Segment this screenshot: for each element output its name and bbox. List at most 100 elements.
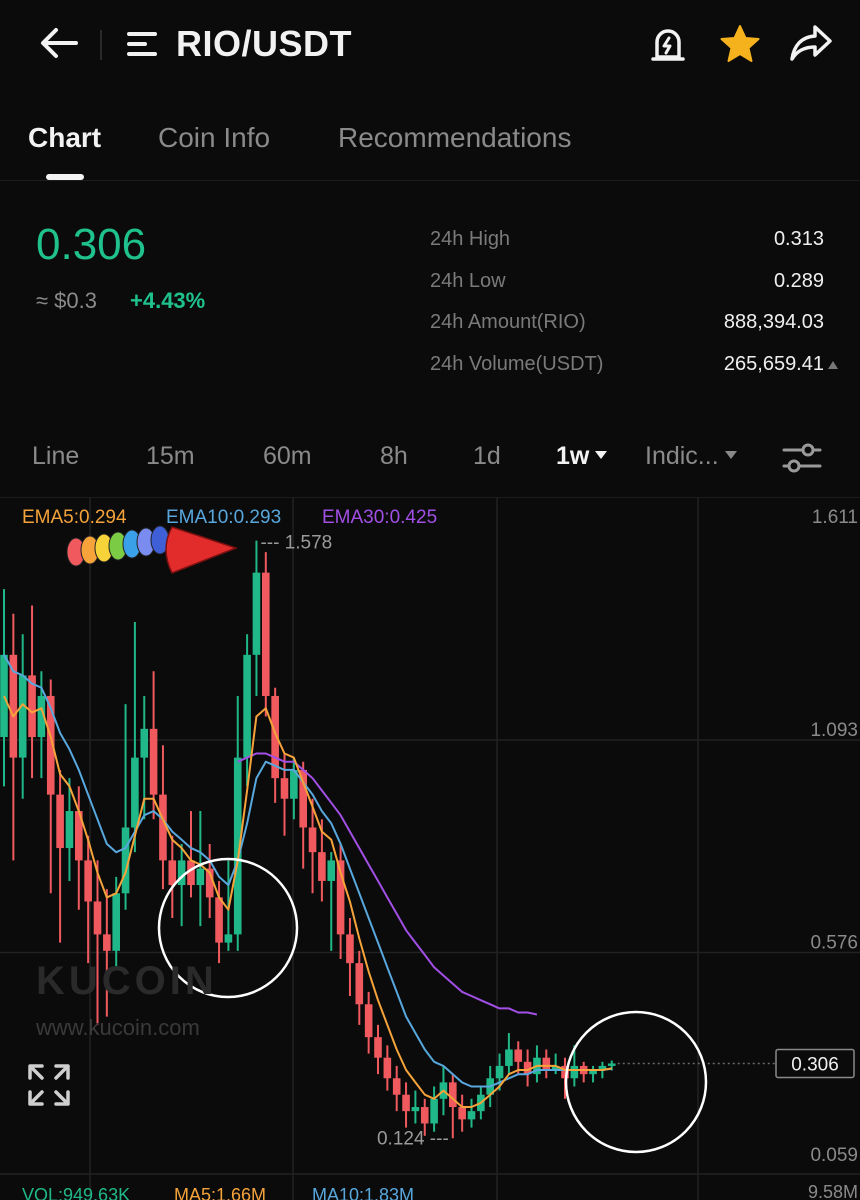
last-price-tag: 0.306 bbox=[791, 1054, 839, 1075]
candle-body bbox=[308, 827, 317, 853]
kucoin-watermark-url: www.kucoin.com bbox=[36, 1015, 200, 1040]
candle-body bbox=[252, 572, 261, 655]
ema5-legend: EMA5:0.294 bbox=[22, 507, 127, 528]
candle-body bbox=[84, 860, 92, 902]
share-button[interactable] bbox=[782, 18, 840, 68]
candle-body bbox=[607, 1063, 616, 1066]
candle-body bbox=[0, 654, 8, 738]
interval-15m[interactable]: 15m bbox=[146, 442, 195, 471]
kucoin-watermark: KUCOIN bbox=[36, 959, 218, 1003]
stat-24h-amount: 24h Amount(RIO) 888,394.03 bbox=[430, 311, 830, 353]
stat-24h-high: 24h High 0.313 bbox=[430, 228, 830, 270]
chart-canvas: 1.611 1.093 0.576 0.059 9.58M --- 1.578 0.124 … bbox=[0, 497, 860, 1200]
interval-bar: Line 15m 60m 8h 1d 1w Indic... bbox=[0, 430, 860, 486]
candle-body bbox=[149, 728, 158, 795]
candle-body bbox=[392, 1078, 401, 1095]
candle-body bbox=[411, 1107, 420, 1112]
volume-axis-label: 9.58M bbox=[808, 1182, 858, 1200]
red-arrowhead-icon bbox=[165, 526, 239, 574]
price-alert-button[interactable] bbox=[640, 20, 696, 68]
low-price-marker: 0.124 --- bbox=[377, 1128, 449, 1149]
page-tabs: Chart Coin Info Recommendations bbox=[0, 110, 860, 180]
back-button[interactable] bbox=[30, 20, 86, 66]
interval-1w[interactable]: 1w bbox=[556, 442, 608, 471]
candle-body bbox=[346, 934, 354, 964]
favorite-button[interactable] bbox=[712, 20, 768, 68]
candle-body bbox=[402, 1094, 410, 1112]
ticker-stats: 24h High 0.313 24h Low 0.289 24h Amount(… bbox=[430, 228, 838, 395]
volume-legend: VOL:949.63K bbox=[22, 1185, 131, 1200]
y-axis-tick-label: 0.059 bbox=[810, 1145, 858, 1166]
candle-body bbox=[449, 1082, 457, 1108]
stat-label: 24h Low bbox=[430, 269, 506, 292]
candle-body bbox=[177, 860, 186, 886]
candle-body bbox=[224, 934, 233, 943]
pair-title[interactable]: RIO/USDT bbox=[176, 22, 352, 66]
candlestick-chart[interactable]: 1.611 1.093 0.576 0.059 9.58M --- 1.578 0.124 … bbox=[0, 497, 860, 1200]
caret-up-icon bbox=[828, 360, 838, 369]
candle-body bbox=[327, 860, 336, 881]
candle-body bbox=[570, 1065, 579, 1079]
pair-menu-button[interactable] bbox=[120, 22, 164, 66]
candle-body bbox=[430, 1098, 438, 1124]
y-axis-tick-label: 0.576 bbox=[810, 932, 858, 953]
ema30-legend: EMA30:0.425 bbox=[322, 507, 438, 528]
high-price-marker: --- 1.578 bbox=[260, 533, 332, 554]
stat-24h-low: 24h Low 0.289 bbox=[430, 270, 830, 312]
stat-label: 24h Volume(USDT) bbox=[430, 352, 604, 375]
chevron-down-icon bbox=[595, 451, 608, 460]
volume-ma10-legend: MA10:1.83M bbox=[312, 1185, 415, 1200]
fullscreen-button[interactable] bbox=[26, 1062, 72, 1108]
share-arrow-icon bbox=[790, 25, 832, 61]
candle-body bbox=[65, 811, 74, 849]
candle-body bbox=[243, 654, 251, 758]
star-icon bbox=[720, 25, 760, 62]
alarm-bell-icon bbox=[651, 29, 685, 61]
interval-1w-label: 1w bbox=[556, 442, 590, 470]
stat-label: 24h High bbox=[430, 228, 511, 250]
ema10-legend: EMA10:0.293 bbox=[166, 507, 282, 528]
candle-body bbox=[56, 794, 64, 849]
candle-body bbox=[140, 728, 149, 758]
candle-body bbox=[364, 1004, 373, 1038]
header-divider bbox=[100, 30, 102, 60]
candle-body bbox=[355, 963, 364, 1005]
candle-body bbox=[374, 1037, 382, 1058]
tab-coin-info[interactable]: Coin Info bbox=[158, 122, 270, 154]
interval-1d[interactable]: 1d bbox=[473, 442, 501, 471]
tab-chart[interactable]: Chart bbox=[28, 122, 101, 154]
candle-body bbox=[505, 1049, 513, 1066]
stat-value: 0.289 bbox=[773, 269, 824, 292]
interval-8h[interactable]: 8h bbox=[380, 442, 408, 471]
indicators-menu[interactable]: Indic... bbox=[645, 442, 737, 471]
menu-icon bbox=[127, 32, 157, 56]
stat-label: 24h Amount(RIO) bbox=[430, 311, 586, 333]
candle-body bbox=[112, 893, 120, 951]
annotation-circle bbox=[564, 1010, 708, 1154]
expand-icon bbox=[28, 1064, 70, 1106]
candle-body bbox=[495, 1065, 504, 1079]
volume-ma5-legend: MA5:1.66M bbox=[174, 1185, 267, 1200]
chart-settings-button[interactable] bbox=[778, 436, 826, 480]
y-axis-tick-label: 1.093 bbox=[810, 720, 858, 741]
tabs-divider bbox=[0, 180, 860, 181]
y-axis-tick-label: 1.611 bbox=[812, 507, 858, 528]
tab-recommendations[interactable]: Recommendations bbox=[338, 122, 571, 154]
candle-body bbox=[103, 934, 111, 951]
stat-value: 888,394.03 bbox=[723, 311, 824, 333]
stat-value: 0.313 bbox=[773, 228, 824, 250]
interval-60m[interactable]: 60m bbox=[263, 442, 312, 471]
last-price: 0.306 bbox=[36, 220, 147, 269]
candle-body bbox=[262, 572, 270, 696]
candle-body bbox=[131, 757, 139, 828]
stat-value: 265,659.41 bbox=[723, 352, 824, 375]
interval-line[interactable]: Line bbox=[32, 442, 79, 471]
candle-body bbox=[383, 1057, 392, 1079]
sliders-icon bbox=[782, 443, 822, 473]
stat-24h-volume[interactable]: 24h Volume(USDT) 265,659.41 bbox=[430, 352, 838, 395]
candle-body bbox=[467, 1111, 476, 1120]
price-change-percent: +4.43% bbox=[130, 288, 206, 313]
candle-body bbox=[280, 778, 289, 799]
candle-body bbox=[215, 897, 223, 943]
candle-body bbox=[196, 868, 205, 886]
